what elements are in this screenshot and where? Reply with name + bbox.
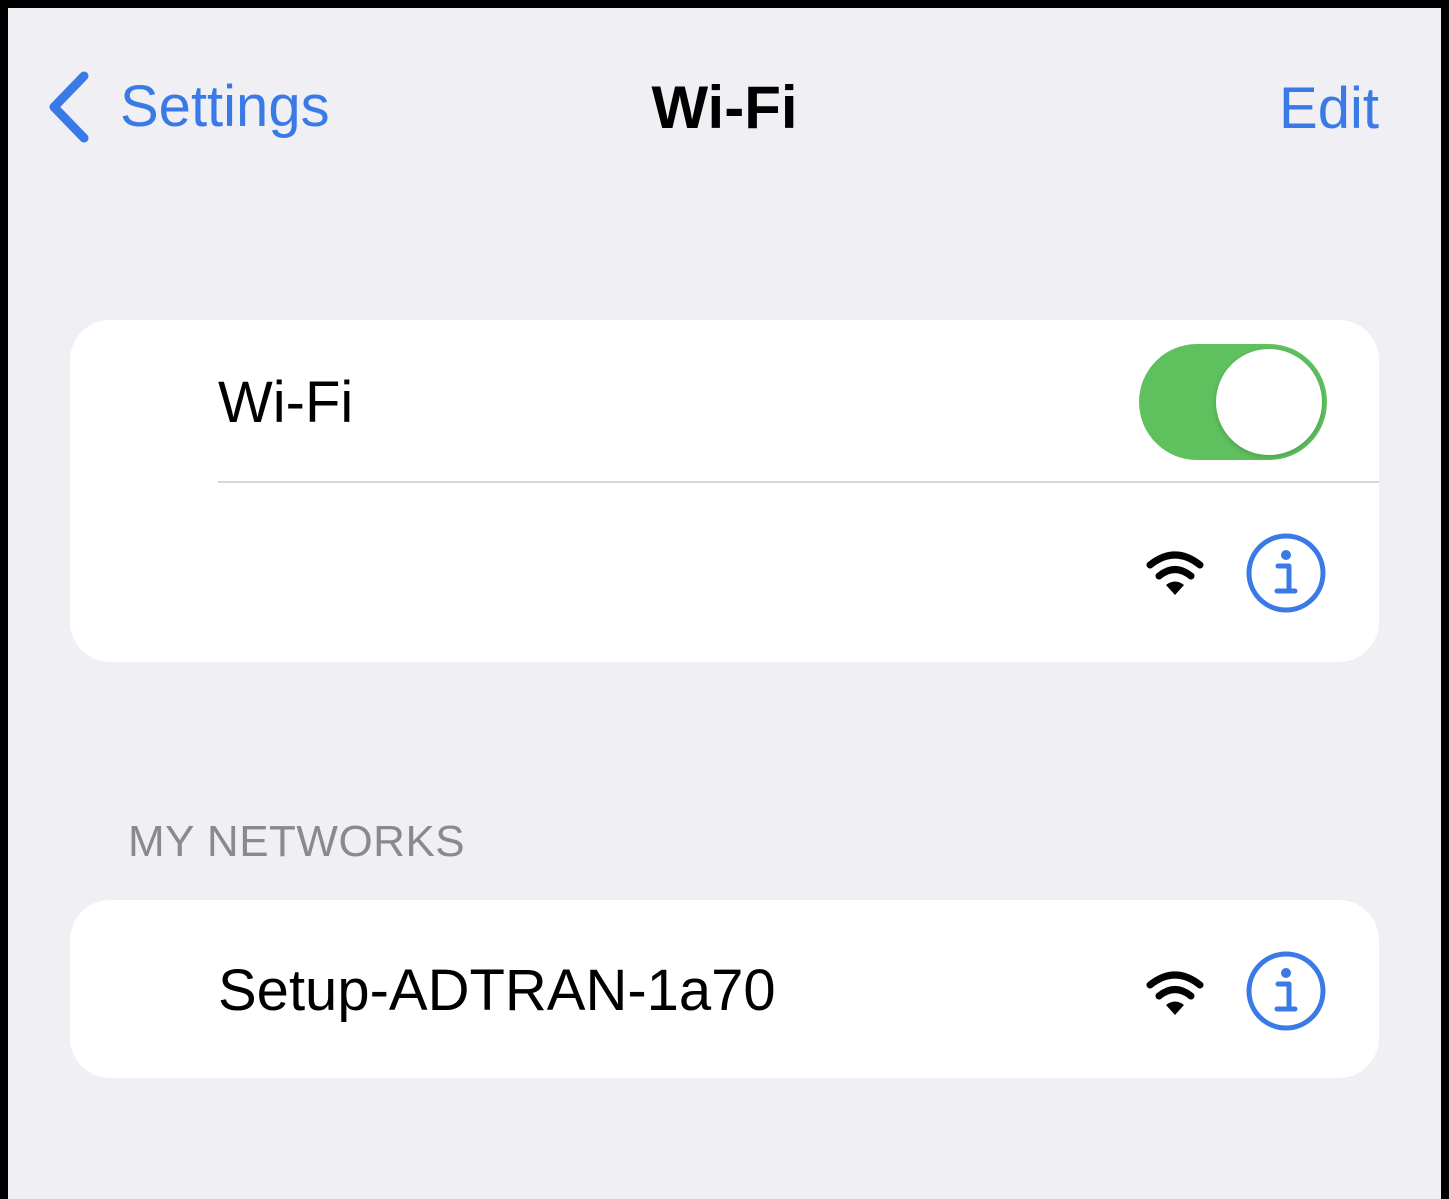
info-icon[interactable] — [1245, 532, 1327, 614]
wifi-card: Wi-Fi — [70, 320, 1379, 662]
wifi-signal-icon — [1146, 551, 1204, 595]
toggle-knob — [1216, 349, 1322, 455]
connected-network-row[interactable] — [70, 483, 1379, 662]
wifi-toggle[interactable] — [1139, 344, 1327, 460]
wifi-toggle-row: Wi-Fi — [70, 320, 1379, 481]
network-name: Setup-ADTRAN-1a70 — [218, 958, 776, 1023]
edit-button[interactable]: Edit — [1279, 80, 1379, 138]
info-icon[interactable] — [1245, 950, 1327, 1032]
wifi-signal-icon — [1146, 971, 1204, 1015]
wifi-toggle-label: Wi-Fi — [218, 370, 354, 435]
list-item[interactable]: Setup-ADTRAN-1a70 — [70, 900, 1379, 1078]
wifi-settings-screen: Settings Wi-Fi Edit Wi-Fi MY NETWORKS Se… — [0, 0, 1449, 1199]
page-title: Wi-Fi — [651, 74, 798, 141]
section-header-my-networks: MY NETWORKS — [128, 817, 466, 866]
my-networks-list: Setup-ADTRAN-1a70 — [70, 900, 1379, 1078]
